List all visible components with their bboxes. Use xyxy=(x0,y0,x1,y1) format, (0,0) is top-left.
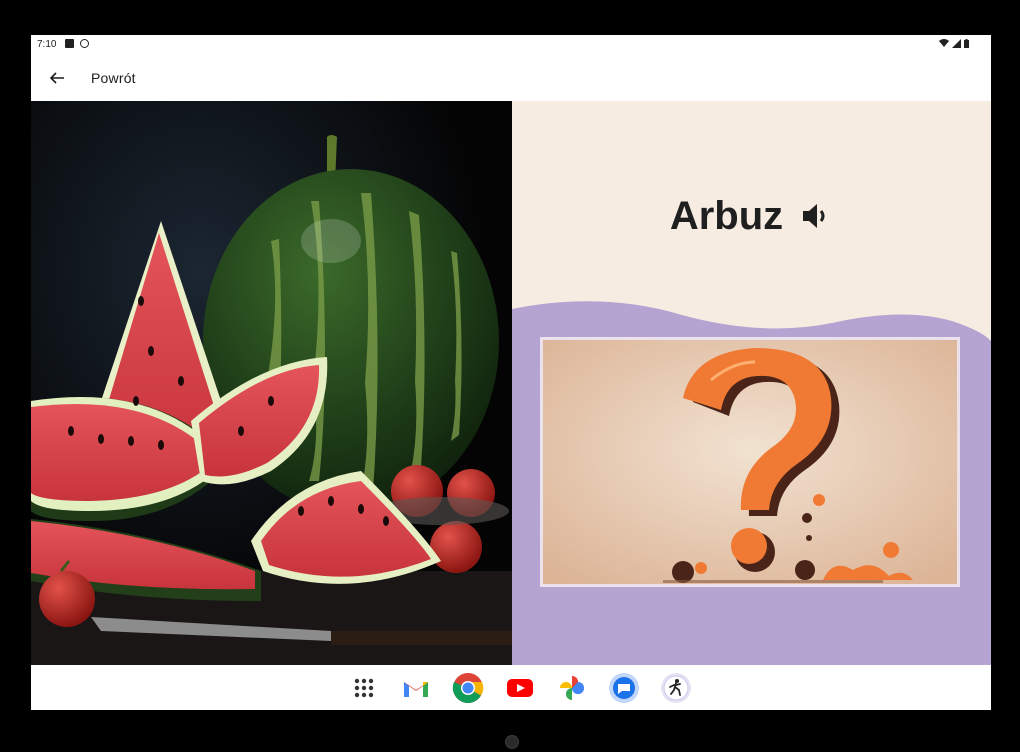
tablet-screen: 7:10 Powrót Arbuz xyxy=(31,35,991,710)
watermelon-photo xyxy=(31,101,512,665)
back-label[interactable]: Powrót xyxy=(91,70,136,86)
wifi-icon xyxy=(939,39,949,47)
sd-card-icon xyxy=(65,39,74,48)
gmail-app[interactable] xyxy=(399,671,433,705)
youtube-icon xyxy=(507,679,533,697)
gmail-icon xyxy=(404,682,428,697)
sync-icon xyxy=(80,39,89,48)
arrow-back-icon xyxy=(49,72,64,84)
kids-app[interactable] xyxy=(659,671,693,705)
app-bar: Powrót xyxy=(31,55,991,101)
status-time: 7:10 xyxy=(37,39,57,50)
chrome-icon xyxy=(452,673,484,704)
youtube-app[interactable] xyxy=(503,671,537,705)
messages-icon xyxy=(609,673,639,703)
chrome-app[interactable] xyxy=(451,671,485,705)
lesson-content: Arbuz xyxy=(31,101,991,665)
speaker-icon xyxy=(803,204,825,228)
status-bar: 7:10 xyxy=(31,35,991,55)
word-title: Arbuz xyxy=(669,193,784,238)
photos-app[interactable] xyxy=(555,671,589,705)
taskbar xyxy=(31,665,991,710)
child-figure-icon xyxy=(661,673,691,703)
hint-image xyxy=(540,337,960,587)
app-dock xyxy=(347,670,693,706)
battery-icon xyxy=(964,39,969,48)
grid-icon xyxy=(354,678,374,698)
sound-button[interactable] xyxy=(799,199,833,233)
word-panel: Arbuz xyxy=(512,101,991,665)
back-button[interactable] xyxy=(39,61,75,95)
messages-app[interactable] xyxy=(607,671,641,705)
photos-icon xyxy=(560,676,584,700)
home-indicator[interactable] xyxy=(505,735,519,749)
signal-icon xyxy=(952,39,961,48)
app-drawer-button[interactable] xyxy=(347,671,381,705)
